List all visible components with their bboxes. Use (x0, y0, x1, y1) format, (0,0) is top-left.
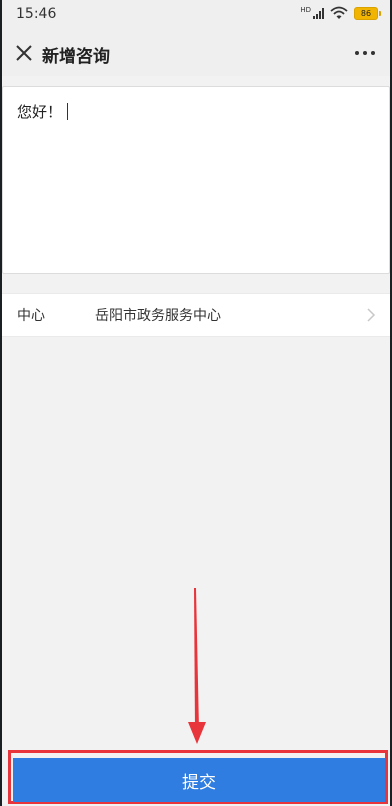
center-value: 岳阳市政务服务中心 (95, 308, 221, 324)
wifi-icon (330, 6, 348, 19)
message-text: 您好！ (17, 103, 63, 121)
message-text-wrap: 您好！ (17, 101, 69, 122)
status-time: 15:46 (16, 6, 57, 22)
app-screen: 15:46 HD 86 新增咨询 您好！ 中心 岳阳市政务服务中心 提交 (2, 0, 390, 806)
status-bar: 15:46 HD 86 (2, 0, 390, 30)
page-title: 新增咨询 (42, 47, 110, 67)
chevron-right-icon (367, 308, 376, 322)
arrow-head (188, 722, 206, 744)
submit-button[interactable]: 提交 (13, 758, 385, 802)
nav-bar: 新增咨询 (2, 30, 390, 76)
center-label: 中心 (17, 308, 45, 324)
center-selector[interactable]: 中心 岳阳市政务服务中心 (2, 293, 390, 337)
text-caret (67, 103, 69, 120)
network-label: HD (300, 6, 311, 14)
signal-icon (313, 7, 324, 19)
status-icons: HD 86 (300, 6, 381, 20)
more-icon[interactable] (350, 40, 380, 66)
close-icon[interactable] (10, 39, 38, 67)
message-input[interactable]: 您好！ (2, 86, 390, 274)
battery-icon: 86 (354, 6, 381, 20)
arrow-shaft (194, 588, 199, 730)
